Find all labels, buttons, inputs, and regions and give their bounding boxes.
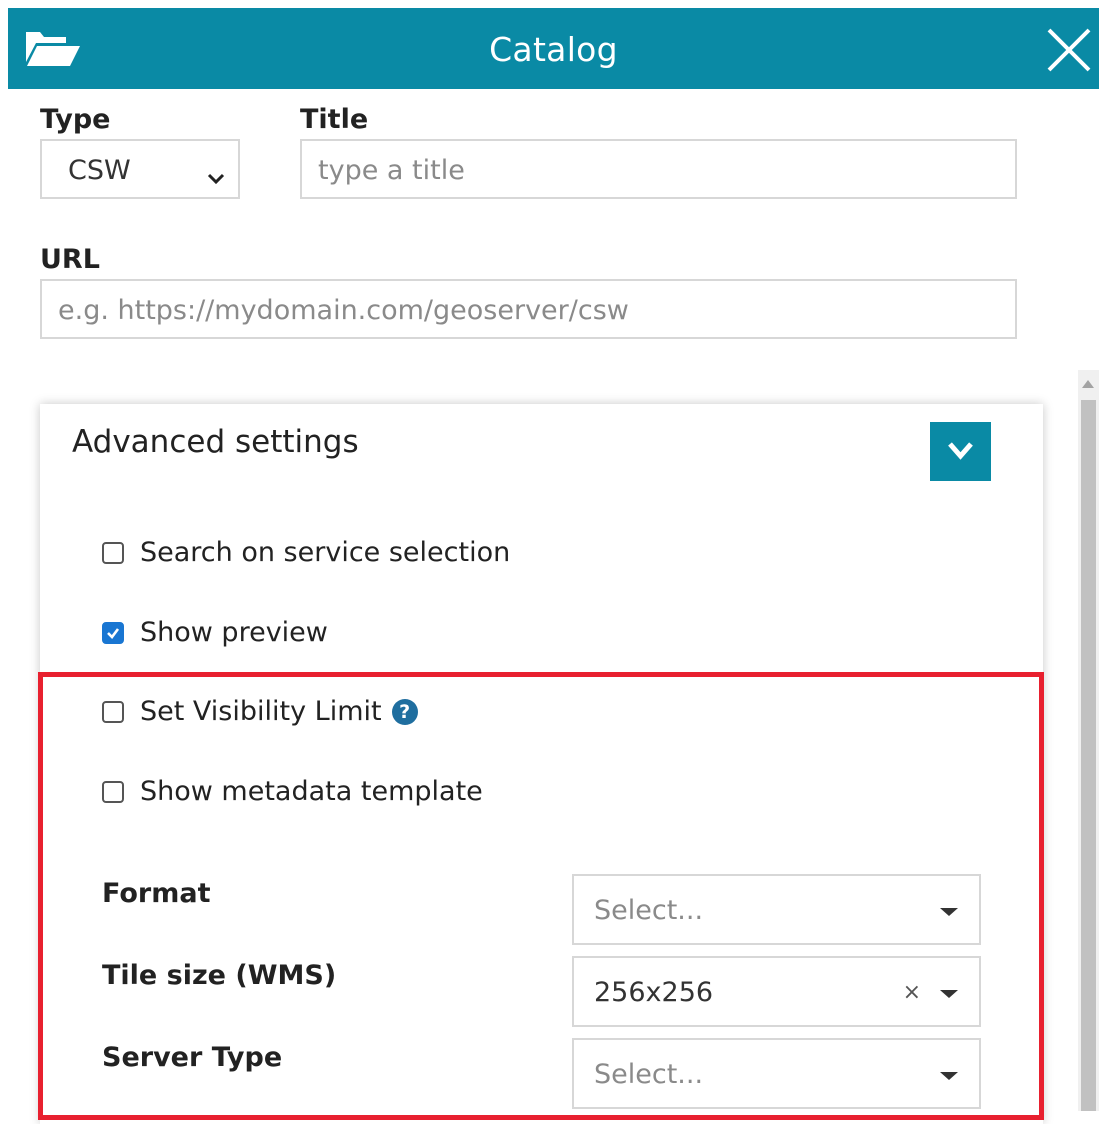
show-preview-option[interactable]: Show preview — [102, 617, 328, 648]
advanced-settings-title: Advanced settings — [72, 424, 359, 460]
search-on-service-selection-checkbox[interactable] — [102, 541, 124, 564]
chevron-down-icon — [948, 442, 973, 460]
format-select-placeholder: Select... — [594, 895, 704, 926]
show-preview-label: Show preview — [140, 617, 328, 648]
set-visibility-limit-label: Set Visibility Limit — [140, 696, 382, 727]
title-input-placeholder: type a title — [318, 155, 465, 186]
server-type-select-placeholder: Select... — [594, 1059, 704, 1090]
title-label: Title — [300, 104, 369, 135]
format-select[interactable]: Select... — [572, 874, 981, 945]
type-select-value: CSW — [68, 155, 131, 186]
scroll-up-arrow-icon[interactable] — [1082, 380, 1094, 388]
title-input[interactable]: type a title — [300, 139, 1017, 199]
advanced-settings-panel: Advanced settings Search on service sele… — [40, 404, 1043, 1124]
catalog-header: Catalog — [8, 8, 1099, 89]
set-visibility-limit-checkbox[interactable] — [102, 700, 124, 723]
search-on-service-selection-label: Search on service selection — [140, 537, 511, 568]
caret-down-icon — [940, 990, 958, 998]
server-type-label: Server Type — [102, 1042, 283, 1073]
format-label: Format — [102, 878, 211, 909]
show-metadata-template-option[interactable]: Show metadata template — [102, 776, 483, 807]
advanced-settings-toggle-button[interactable] — [930, 422, 991, 481]
tile-size-select[interactable]: 256x256 × — [572, 956, 981, 1027]
tile-size-label: Tile size (WMS) — [102, 960, 337, 991]
clear-icon[interactable]: × — [903, 980, 921, 1005]
header-title: Catalog — [489, 30, 618, 69]
url-label: URL — [40, 244, 100, 275]
server-type-select[interactable]: Select... — [572, 1038, 981, 1109]
search-on-service-selection-option[interactable]: Search on service selection — [102, 537, 510, 568]
type-select[interactable]: CSW — [40, 139, 240, 199]
caret-down-icon — [940, 908, 958, 916]
show-metadata-template-checkbox[interactable] — [102, 780, 124, 803]
url-input-placeholder: e.g. https://mydomain.com/geoserver/csw — [58, 295, 629, 326]
scrollbar[interactable] — [1078, 370, 1099, 1111]
show-metadata-template-label: Show metadata template — [140, 776, 483, 807]
set-visibility-limit-option[interactable]: Set Visibility Limit ? — [102, 696, 418, 727]
tile-size-select-value: 256x256 — [594, 977, 714, 1008]
chevron-down-icon — [206, 162, 226, 193]
show-preview-checkbox[interactable] — [102, 621, 124, 644]
question-circle-icon[interactable]: ? — [391, 698, 418, 725]
close-icon[interactable] — [1045, 26, 1093, 78]
scrollbar-thumb[interactable] — [1081, 400, 1096, 1111]
type-label: Type — [40, 104, 111, 135]
caret-down-icon — [940, 1072, 958, 1080]
url-input[interactable]: e.g. https://mydomain.com/geoserver/csw — [40, 279, 1017, 339]
